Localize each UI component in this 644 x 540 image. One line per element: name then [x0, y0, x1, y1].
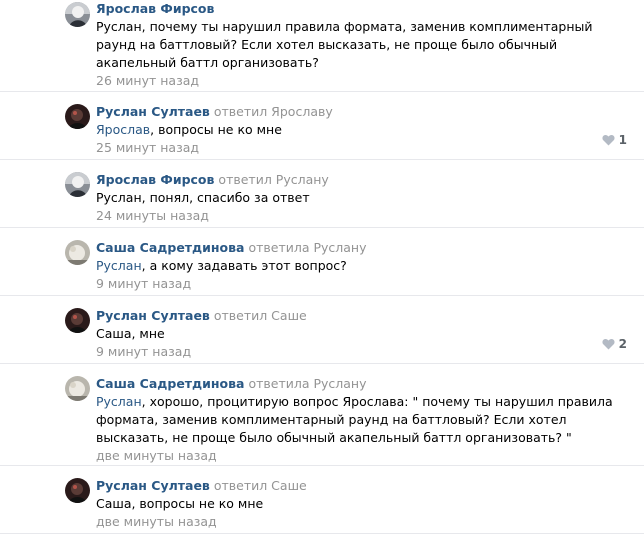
comment-header: Саша Садретдинова ответила Руслану: [96, 239, 632, 257]
comment-date[interactable]: 26 минут назад: [96, 72, 632, 90]
comment-header: Руслан Султаев ответил Саше: [96, 307, 632, 325]
comment-item: Саша Садретдинова ответила Руслану Русла…: [0, 364, 644, 466]
comments-list: Ярослав Фирсов Руслан, почему ты нарушил…: [0, 0, 644, 534]
author-name[interactable]: Ярослав Фирсов: [96, 172, 214, 187]
comment-header: Руслан Султаев ответил Саше: [96, 477, 632, 495]
avatar[interactable]: [65, 478, 90, 503]
avatar[interactable]: [65, 172, 90, 197]
author-name[interactable]: Саша Садретдинова: [96, 240, 244, 255]
author-name[interactable]: Руслан Султаев: [96, 104, 210, 119]
like-count: 2: [618, 337, 627, 351]
reply-to-label[interactable]: ответил Ярославу: [214, 104, 333, 119]
comment-text: Саша, вопросы не ко мне: [96, 496, 264, 511]
comment-date[interactable]: 9 минут назад: [96, 343, 632, 361]
comment-text: Руслан, хорошо, процитирую вопрос Яросла…: [96, 393, 632, 447]
comment-date[interactable]: две минуты назад: [96, 447, 632, 465]
like-button[interactable]: 2: [602, 337, 627, 351]
comment-date[interactable]: две минуты назад: [96, 513, 632, 531]
comment-date[interactable]: 25 минут назад: [96, 139, 632, 157]
avatar[interactable]: [65, 308, 90, 333]
comment-header: Ярослав Фирсов ответил Руслану: [96, 171, 632, 189]
reply-to-label[interactable]: ответила Руслану: [248, 240, 366, 255]
reply-to-label[interactable]: ответила Руслану: [248, 376, 366, 391]
comment-item: Ярослав Фирсов Руслан, почему ты нарушил…: [0, 0, 644, 92]
comment-date[interactable]: 9 минут назад: [96, 275, 632, 293]
reply-to-label[interactable]: ответил Саше: [214, 308, 307, 323]
comment-text-body: , хорошо, процитирую вопрос Ярослава: " …: [96, 394, 613, 445]
comment-text: Саша, мне: [96, 326, 165, 341]
avatar[interactable]: [65, 240, 90, 265]
like-button[interactable]: 1: [602, 133, 627, 147]
comment-item: Руслан Султаев ответил Саше Саша, мне 9 …: [0, 296, 644, 364]
comment-header: Саша Садретдинова ответила Руслану: [96, 375, 632, 393]
mention-link[interactable]: Руслан: [96, 394, 142, 409]
comment-header: Ярослав Фирсов: [96, 0, 632, 18]
comment-item: Саша Садретдинова ответила Руслану Русла…: [0, 228, 644, 296]
mention-link[interactable]: Руслан: [96, 258, 142, 273]
comment-text: Руслан, почему ты нарушил правила формат…: [96, 19, 593, 70]
heart-icon: [602, 338, 615, 350]
comment-text: Руслан, понял, спасибо за ответ: [96, 190, 310, 205]
like-count: 1: [618, 133, 627, 147]
heart-icon: [602, 134, 615, 146]
author-name[interactable]: Ярослав Фирсов: [96, 1, 214, 16]
comment-text-body: , а кому задавать этот вопрос?: [141, 258, 347, 273]
mention-link[interactable]: Ярослав: [96, 122, 150, 137]
comment-item: Руслан Султаев ответил Саше Саша, вопрос…: [0, 466, 644, 534]
comment-text: Ярослав, вопросы не ко мне: [96, 121, 632, 139]
comment-text: Руслан, а кому задавать этот вопрос?: [96, 257, 632, 275]
author-name[interactable]: Руслан Султаев: [96, 308, 210, 323]
reply-to-label[interactable]: ответил Саше: [214, 478, 307, 493]
author-name[interactable]: Саша Садретдинова: [96, 376, 244, 391]
avatar[interactable]: [65, 104, 90, 129]
comment-item: Руслан Султаев ответил Ярославу Ярослав,…: [0, 92, 644, 160]
comment-header: Руслан Султаев ответил Ярославу: [96, 103, 632, 121]
comment-date[interactable]: 24 минуты назад: [96, 207, 632, 225]
comment-text-body: , вопросы не ко мне: [150, 122, 282, 137]
author-name[interactable]: Руслан Султаев: [96, 478, 210, 493]
avatar[interactable]: [65, 376, 90, 401]
reply-to-label[interactable]: ответил Руслану: [218, 172, 328, 187]
avatar[interactable]: [65, 2, 90, 27]
comment-item: Ярослав Фирсов ответил Руслану Руслан, п…: [0, 160, 644, 228]
